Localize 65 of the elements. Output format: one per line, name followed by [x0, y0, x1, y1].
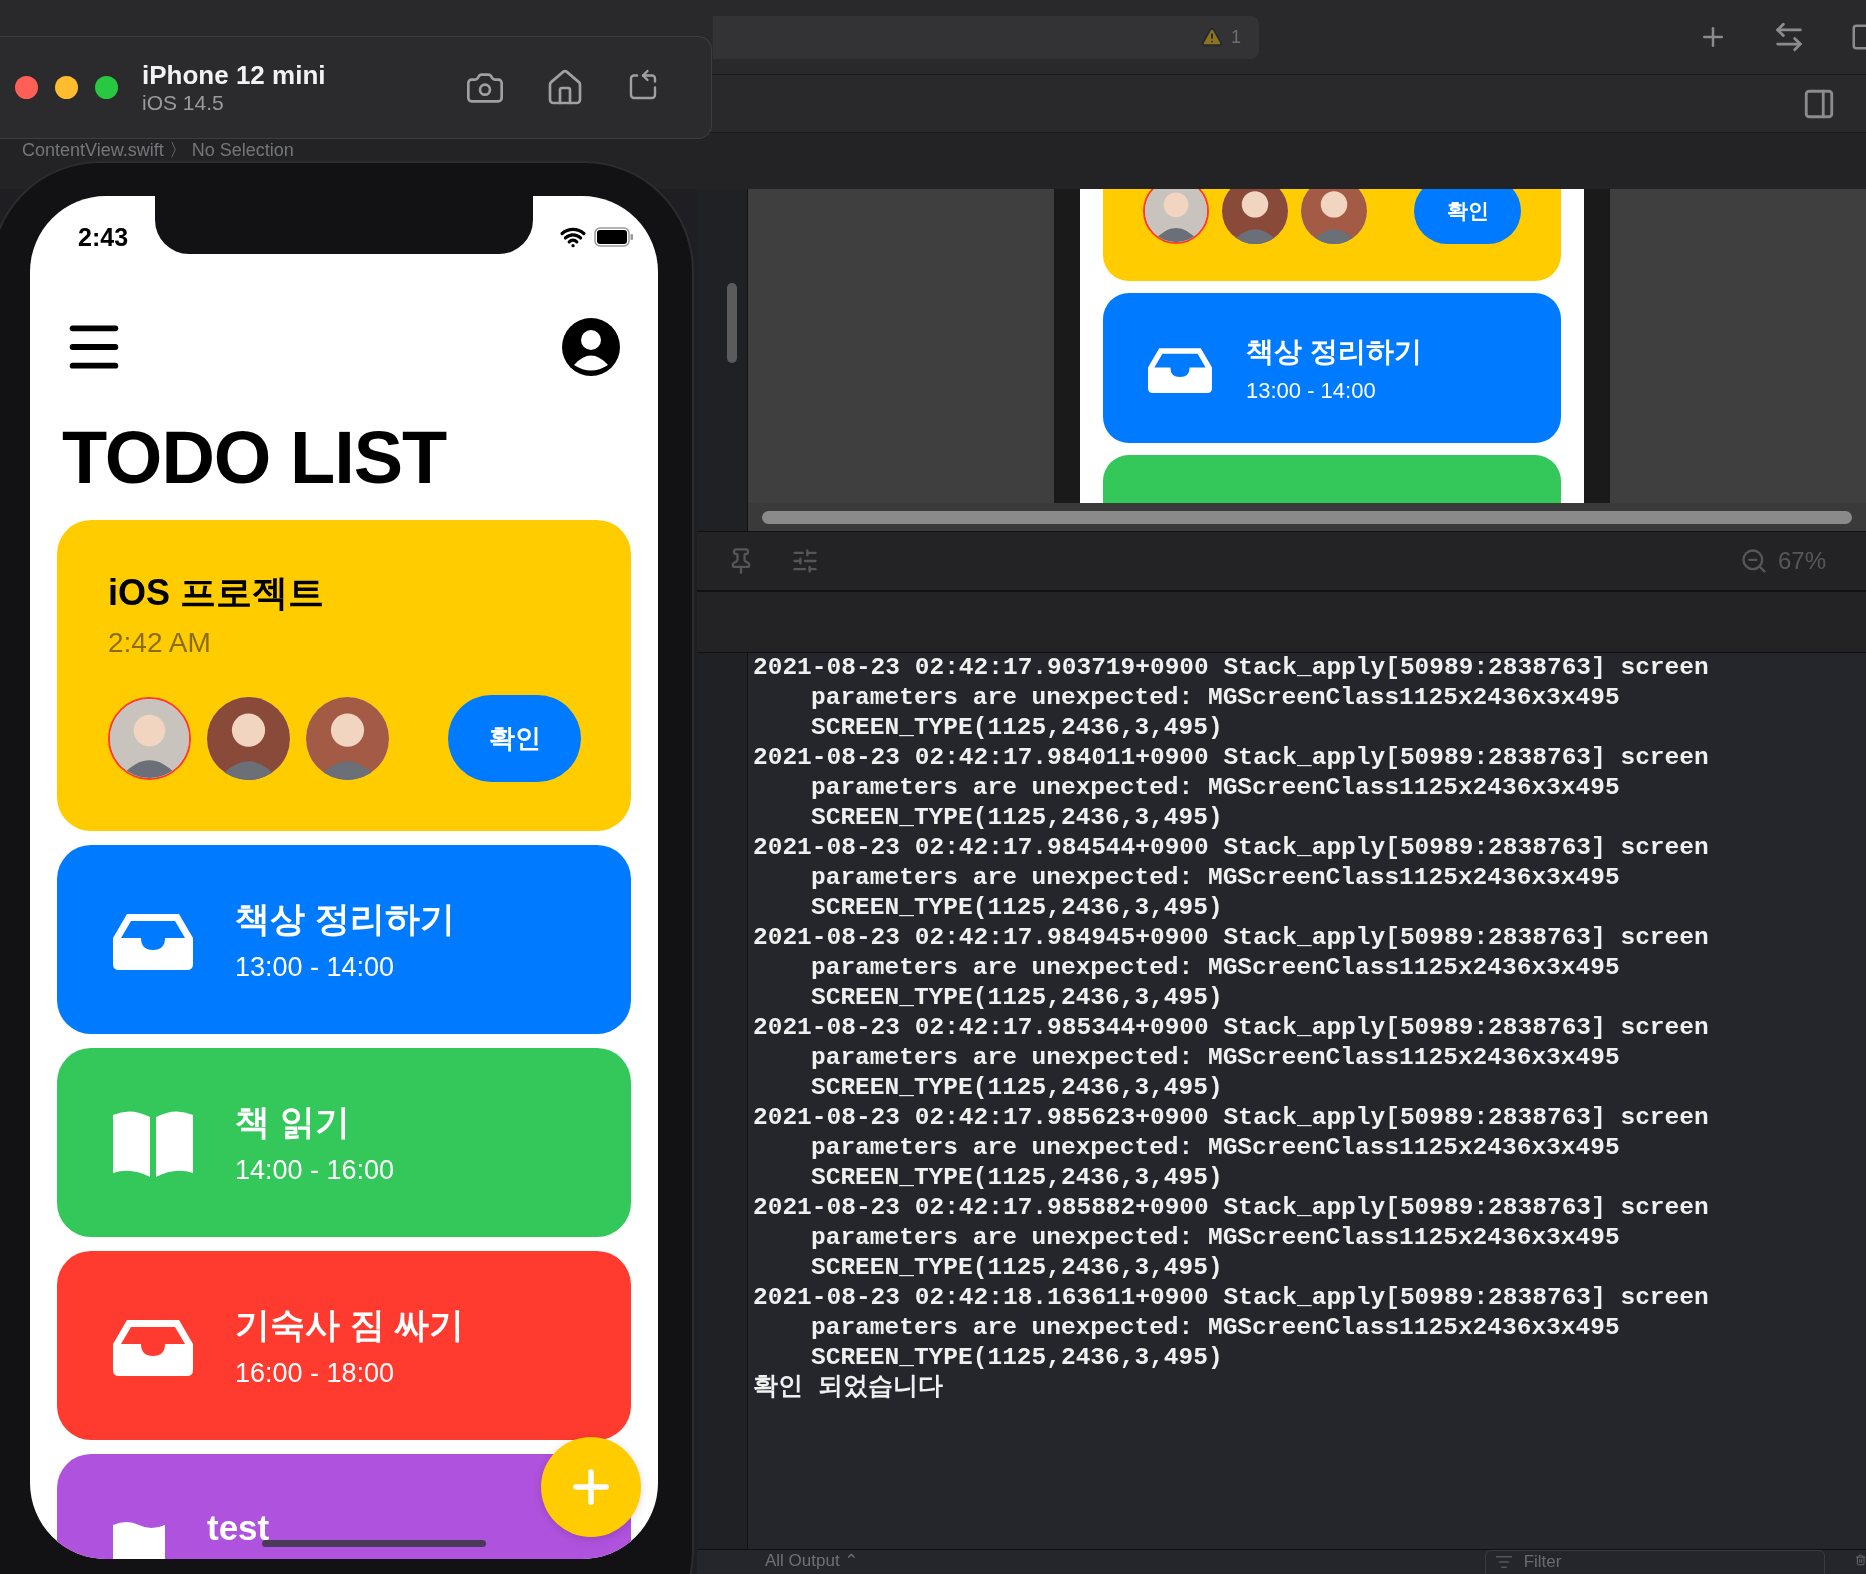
console-line: SCREEN_TYPE(1125,2436,3,495) — [810, 1163, 1223, 1193]
breadcrumb[interactable]: ContentView.swift 〉 No Selection — [22, 140, 294, 160]
console-line: parameters are unexpected: MGScreenClass1125x2436x3x495 — [810, 863, 1620, 893]
card-title: test — [207, 1507, 270, 1549]
console-line: SCREEN_TYPE(1125,2436,3,495) — [810, 713, 1223, 743]
console-line: SCREEN_TYPE(1125,2436,3,495) — [810, 803, 1223, 833]
card-title: 기숙사 짐 싸기 — [235, 1304, 465, 1346]
close-button[interactable] — [15, 76, 38, 99]
output-selector[interactable]: All Output ⌃ — [765, 1550, 859, 1572]
console-line: parameters are unexpected: MGScreenClass1125x2436x3x495 — [810, 1313, 1620, 1343]
status-time: 2:43 — [78, 222, 129, 252]
confirm-button[interactable]: 확인 — [448, 695, 581, 782]
console-line: 2021-08-23 02:42:17.984945+0900 Stack_apply[50989:2838763] screen — [753, 923, 1709, 953]
console-line: SCREEN_TYPE(1125,2436,3,495) — [810, 983, 1223, 1013]
todo-card[interactable]: 책 읽기 14:00 - 16:00 — [57, 1048, 631, 1237]
zoom-button[interactable] — [95, 76, 118, 99]
card-time: 14:00 - 16:00 — [235, 1154, 395, 1187]
console-line: 2021-08-23 02:42:17.985623+0900 Stack_apply[50989:2838763] screen — [753, 1103, 1709, 1133]
card-time: 13:00 - 14:00 — [235, 951, 395, 984]
card-title: iOS 프로젝트 — [108, 571, 325, 615]
card-title: 책상 정리하기 — [235, 898, 455, 940]
page-title: TODO LIST — [61, 415, 447, 501]
filter-icon — [1494, 1553, 1513, 1571]
console-line: 2021-08-23 02:42:17.903719+0900 Stack_apply[50989:2838763] screen — [753, 653, 1709, 683]
scrollbar-thumb[interactable] — [762, 510, 1852, 524]
console-line: parameters are unexpected: MGScreenClass1125x2436x3x495 — [810, 953, 1620, 983]
console-line: parameters are unexpected: MGScreenClass1125x2436x3x495 — [810, 1223, 1620, 1253]
console-line: SCREEN_TYPE(1125,2436,3,495) — [810, 1343, 1223, 1373]
profile-icon[interactable] — [562, 318, 620, 376]
todo-card[interactable]: 책상 정리하기 13:00 - 14:00 — [57, 845, 631, 1034]
console-line: parameters are unexpected: MGScreenClass1125x2436x3x495 — [810, 683, 1620, 713]
console-line: 2021-08-23 02:42:17.985344+0900 Stack_apply[50989:2838763] screen — [753, 1013, 1709, 1043]
minimize-button[interactable] — [55, 76, 78, 99]
todo-card[interactable]: 기숙사 짐 싸기 16:00 - 18:00 — [57, 1251, 631, 1440]
card-title: 책 읽기 — [235, 1101, 350, 1143]
zoom-out-icon[interactable] — [1739, 547, 1768, 575]
console-line: parameters are unexpected: MGScreenClass1125x2436x3x495 — [810, 773, 1620, 803]
console-line: 2021-08-23 02:42:17.984544+0900 Stack_apply[50989:2838763] screen — [753, 833, 1709, 863]
console-line: SCREEN_TYPE(1125,2436,3,495) — [810, 1073, 1223, 1103]
filter-field[interactable]: Filter — [1484, 1550, 1825, 1574]
todo-card[interactable]: 책상 정리하기 13:00 - 14:00 — [1103, 293, 1561, 443]
card-time: 16:00 - 18:00 — [235, 1357, 395, 1390]
battery-icon — [594, 227, 634, 247]
card-title: 책상 정리하기 — [1246, 335, 1422, 369]
card-time: 13:00 - 14:00 — [1246, 377, 1376, 405]
console-line: SCREEN_TYPE(1125,2436,3,495) — [810, 1253, 1223, 1283]
os-version: iOS 14.5 — [142, 89, 225, 116]
card-time: 2:42 AM — [108, 626, 211, 660]
todo-card[interactable]: 확인 — [1103, 189, 1561, 281]
console-line: parameters are unexpected: MGScreenClass1125x2436x3x495 — [810, 1043, 1620, 1073]
console-line: 2021-08-23 02:42:17.984011+0900 Stack_apply[50989:2838763] screen — [753, 743, 1709, 773]
confirm-button[interactable]: 확인 — [1414, 189, 1521, 244]
warning-icon[interactable] — [1201, 26, 1223, 48]
console-line: 2021-08-23 02:42:17.985882+0900 Stack_apply[50989:2838763] screen — [753, 1193, 1709, 1223]
add-button[interactable] — [541, 1437, 641, 1537]
scrollbar-thumb[interactable] — [727, 283, 737, 363]
console-line: 확인 되었습니다 — [753, 1373, 943, 1403]
console-line: SCREEN_TYPE(1125,2436,3,495) — [810, 893, 1223, 923]
tray-icon — [1148, 345, 1212, 393]
console-line: 2021-08-23 02:42:18.163611+0900 Stack_apply[50989:2838763] screen — [753, 1283, 1709, 1313]
book-icon — [113, 1109, 193, 1177]
warning-count: 1 — [1231, 26, 1241, 48]
console-line: parameters are unexpected: MGScreenClass1125x2436x3x495 — [810, 1133, 1620, 1163]
device-name: iPhone 12 mini — [142, 59, 326, 90]
todo-card[interactable]: iOS 프로젝트 2:42 AM 확인 — [57, 520, 631, 831]
